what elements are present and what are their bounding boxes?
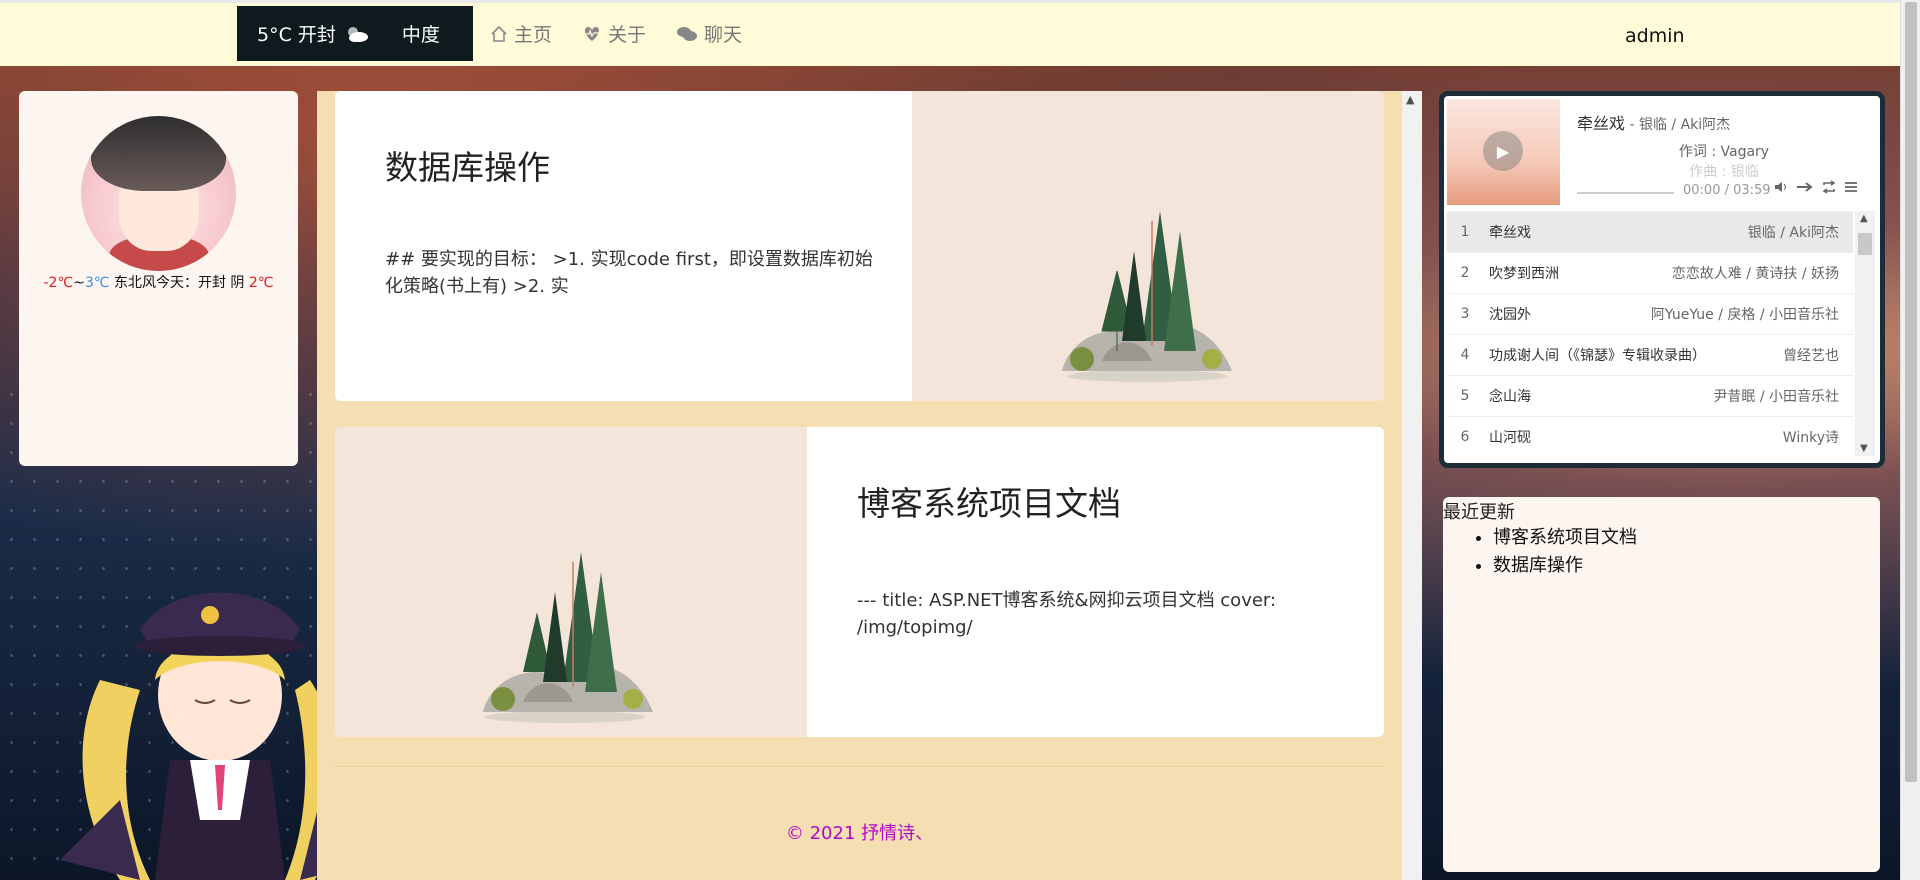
music-player: ▶ 牵丝戏 - 银临 / Aki阿杰 作词 : Vagary 作曲 : 银临 0… <box>1444 96 1880 463</box>
temp-high: 3℃ <box>84 275 110 291</box>
nav-weather[interactable]: 5°C 开封 <box>237 20 370 47</box>
playlist-item[interactable]: 6 山河砚 Winky诗 <box>1447 416 1853 457</box>
post-cover-image[interactable] <box>335 427 807 737</box>
loop-icon[interactable] <box>1822 180 1836 194</box>
nav-link-about[interactable]: 关于 <box>582 20 646 47</box>
profile-card: -2℃~3℃ 东北风今天：开封 阴 2℃ <box>19 91 298 466</box>
song-info: 牵丝戏 - 银临 / Aki阿杰 <box>1577 110 1730 134</box>
scroll-up-arrow-icon[interactable]: ▲ <box>1406 93 1414 106</box>
post-excerpt: ## 要实现的目标： >1. 实现code first，即设置数据库初始化策略(… <box>385 249 873 297</box>
scrollbar-thumb[interactable] <box>1858 233 1872 255</box>
post-card[interactable]: 数据库操作 ## 要实现的目标： >1. 实现code first，即设置数据库… <box>335 91 1384 401</box>
recent-updates-panel: 最近更新 博客系统项目文档 数据库操作 <box>1443 497 1880 872</box>
nav-link-chat[interactable]: 聊天 <box>676 20 742 47</box>
playlist-item[interactable]: 3 沈园外 阿YueYue / 戾格 / 小田音乐社 <box>1447 293 1853 334</box>
playlist-item[interactable]: 4 功成谢人间（《锦瑟》专辑收录曲） 曾经艺也 <box>1447 334 1853 375</box>
footer-copyright: © 2021 抒情诗、 <box>785 823 934 844</box>
playlist: 1 牵丝戏 银临 / Aki阿杰 2 吹梦到西洲 恋恋故人难 / 黄诗扶 / 妖扬 3沈… <box>1447 211 1853 457</box>
temp-range-separator: ~ <box>73 275 85 291</box>
page-scrollbar-thumb[interactable] <box>1905 2 1917 782</box>
main-content: 数据库操作 ## 要实现的目标： >1. 实现code first，即设置数据库… <box>317 91 1402 880</box>
chat-icon <box>677 26 698 41</box>
wind-text: 东北风 <box>109 275 156 291</box>
playlist-menu-icon[interactable] <box>1844 180 1858 194</box>
post-title[interactable]: 数据库操作 <box>385 141 550 189</box>
recent-update-link[interactable]: 数据库操作 <box>1493 552 1637 580</box>
song-title: 牵丝戏 <box>1577 114 1626 133</box>
recent-updates-heading: 最近更新 <box>1443 502 1515 523</box>
nav-link-about-label: 关于 <box>608 24 647 46</box>
weather-forecast-line: -2℃~3℃ 东北风今天：开封 阴 2℃ <box>19 272 298 292</box>
nav-link-chat-label: 聊天 <box>704 24 743 46</box>
playlist-scrollbar[interactable]: ▲ ▼ <box>1855 211 1875 456</box>
post-card[interactable]: 博客系统项目文档 --- title: ASP.NET博客系统&网抑云项目文档 … <box>335 427 1384 737</box>
nav-brand-block: 5°C 开封 中度 <box>237 6 473 61</box>
top-navbar: 5°C 开封 中度 主页 关于 聊天 admin <box>0 0 1900 66</box>
scroll-up-arrow-icon[interactable]: ▲ <box>1860 213 1868 224</box>
nav-link-home[interactable]: 主页 <box>490 20 552 47</box>
page-scrollbar[interactable] <box>1900 0 1920 880</box>
footer-divider <box>335 766 1384 767</box>
avatar <box>81 116 236 271</box>
order-icon[interactable] <box>1796 180 1814 194</box>
progress-bar[interactable] <box>1577 192 1674 194</box>
post-title[interactable]: 博客系统项目文档 <box>857 477 1121 525</box>
play-icon[interactable]: ▶ <box>1483 131 1523 171</box>
post-excerpt: --- title: ASP.NET博客系统&网抑云项目文档 cover: /i… <box>857 590 1277 638</box>
lyric-line-next: 作曲 : 银临 <box>1689 164 1759 180</box>
recent-updates-list: 博客系统项目文档 数据库操作 <box>1493 524 1637 580</box>
site-brand-link[interactable]: 中度 <box>402 20 440 47</box>
forest-rock-illustration <box>483 552 653 723</box>
recent-update-link[interactable]: 博客系统项目文档 <box>1493 524 1637 552</box>
today-weather-label: 今天：开封 阴 <box>155 275 249 291</box>
home-icon <box>491 25 507 42</box>
album-cover[interactable]: ▶ <box>1447 99 1560 205</box>
playback-time: 00:00 / 03:59 <box>1683 183 1771 198</box>
scroll-down-arrow-icon[interactable]: ▼ <box>1860 443 1868 454</box>
playlist-item[interactable]: 5 念山海 尹昔眠 / 小田音乐社 <box>1447 375 1853 416</box>
lyric-line-current: 作词 : Vagary <box>1678 144 1770 160</box>
nav-links: 主页 关于 聊天 <box>490 6 742 61</box>
content-scrollbar[interactable]: ▲ <box>1402 91 1422 880</box>
nav-link-home-label: 主页 <box>514 24 553 46</box>
song-artist: - 银临 / Aki阿杰 <box>1625 117 1731 133</box>
heartbeat-icon <box>585 26 600 41</box>
nav-weather-text: 5°C 开封 <box>257 24 336 46</box>
user-menu[interactable]: admin <box>1625 25 1685 47</box>
forest-rock-illustration <box>1062 211 1232 382</box>
player-controls <box>1774 180 1858 194</box>
temp-low: -2℃ <box>43 275 74 291</box>
playlist-item[interactable]: 1 牵丝戏 银临 / Aki阿杰 <box>1447 211 1853 252</box>
playlist-item[interactable]: 2 吹梦到西洲 恋恋故人难 / 黄诗扶 / 妖扬 <box>1447 252 1853 293</box>
today-temp: 2℃ <box>248 275 274 291</box>
volume-icon[interactable] <box>1774 180 1788 194</box>
partly-cloudy-icon <box>347 26 368 42</box>
post-cover-image[interactable] <box>912 91 1384 401</box>
